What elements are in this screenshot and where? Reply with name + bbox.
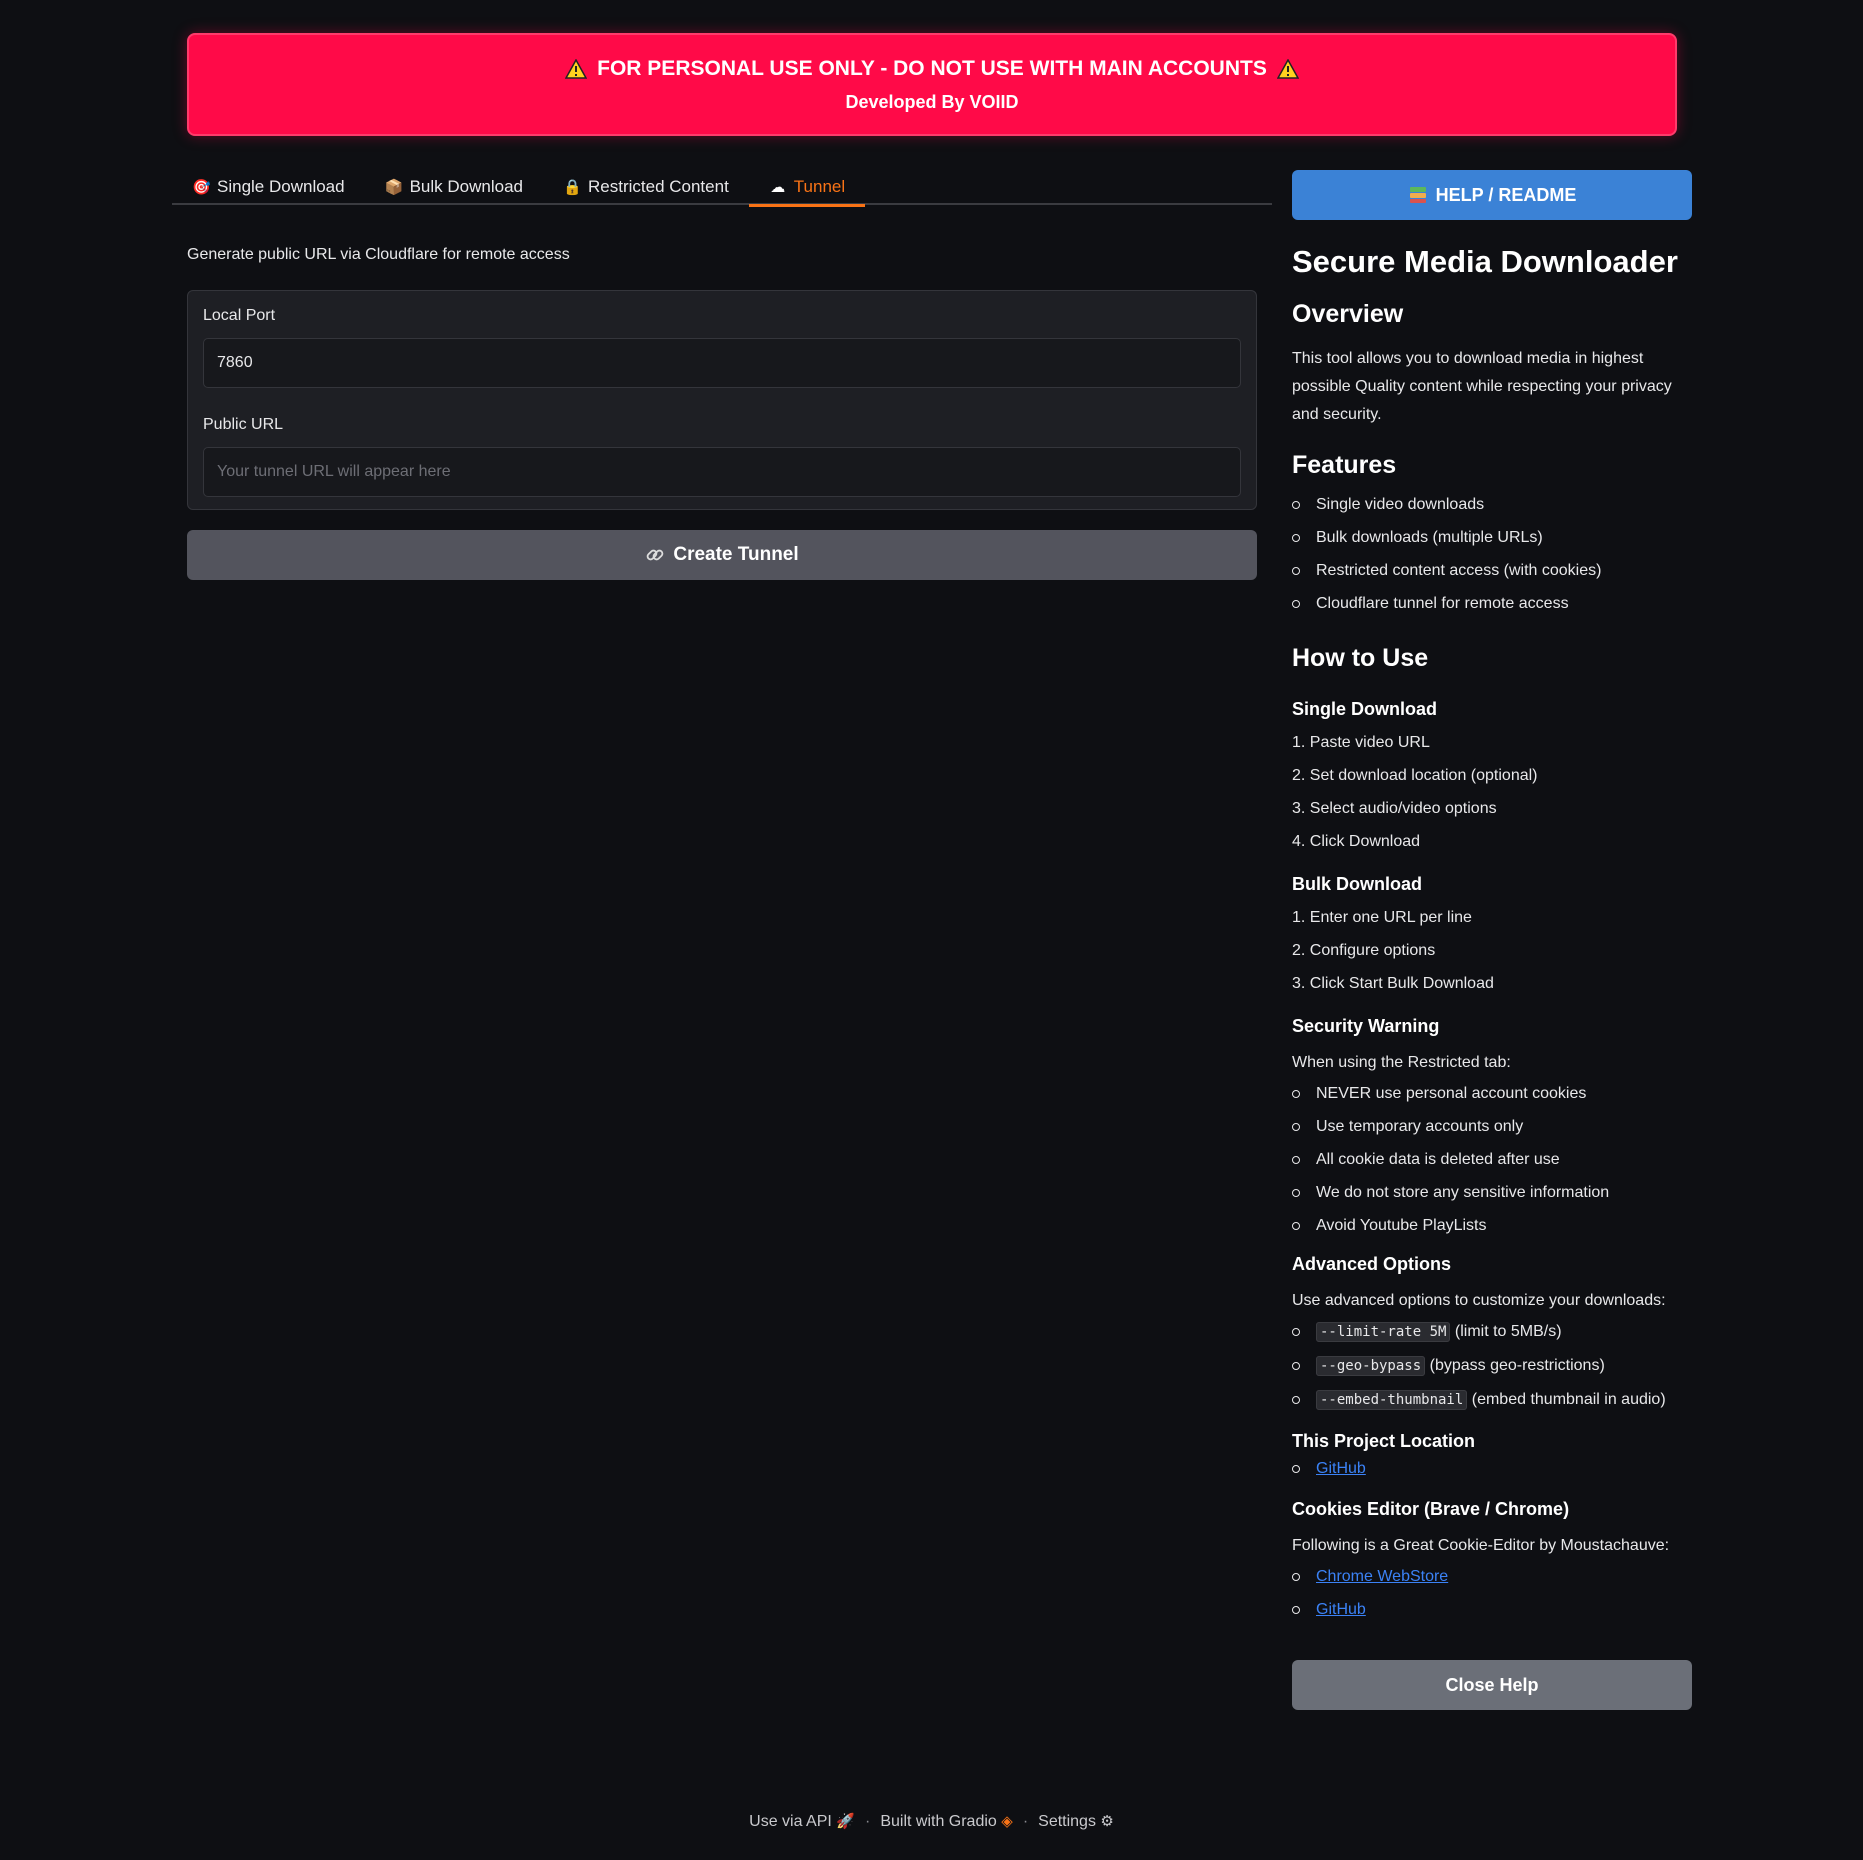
list-item: GitHub	[1292, 1593, 1692, 1626]
footer-built-label: Built with Gradio	[880, 1813, 997, 1830]
link-icon	[647, 549, 664, 561]
tab-label: Bulk Download	[409, 176, 523, 196]
list-item: --limit-rate 5M (limit to 5MB/s)	[1292, 1315, 1692, 1349]
warning-icon	[565, 58, 588, 79]
tab-bar: 🎯 Single Download 📦 Bulk Download 🔒 Rest…	[172, 168, 1272, 207]
package-icon: 📦	[384, 178, 404, 196]
settings-link[interactable]: Settings ⚙	[1038, 1812, 1114, 1831]
tab-label: Tunnel	[793, 176, 846, 196]
gear-icon: ⚙	[1100, 1813, 1114, 1830]
use-via-api-link[interactable]: Use via API 🚀	[749, 1812, 855, 1831]
built-with-gradio-link[interactable]: Built with Gradio ◈	[880, 1812, 1013, 1831]
separator: ·	[864, 1812, 871, 1830]
tab-label: Single Download	[217, 176, 345, 196]
option-description: (bypass geo-restrictions)	[1429, 1357, 1605, 1374]
list-item: 3. Select audio/video options	[1292, 800, 1497, 817]
overview-heading: Overview	[1292, 300, 1404, 328]
list-item: 2. Configure options	[1292, 942, 1436, 959]
public-url-input[interactable]	[203, 447, 1241, 497]
advanced-list: --limit-rate 5M (limit to 5MB/s) --geo-b…	[1292, 1315, 1692, 1417]
help-title: Secure Media Downloader	[1292, 244, 1678, 279]
project-location-heading: This Project Location	[1292, 1431, 1476, 1451]
banner-title-row: FOR PERSONAL USE ONLY - DO NOT USE WITH …	[565, 57, 1299, 81]
local-port-label: Local Port	[203, 307, 276, 324]
github-link[interactable]: GitHub	[1316, 1601, 1366, 1618]
books-icon	[1409, 187, 1426, 203]
gradio-logo-icon: ◈	[1001, 1813, 1013, 1830]
warning-banner: FOR PERSONAL USE ONLY - DO NOT USE WITH …	[187, 33, 1677, 136]
security-list: NEVER use personal account cookies Use t…	[1292, 1077, 1692, 1242]
security-warning-heading: Security Warning	[1292, 1016, 1440, 1036]
help-readme-button[interactable]: HELP / README	[1292, 170, 1692, 220]
list-item: 1. Paste video URL	[1292, 734, 1430, 751]
list-item: NEVER use personal account cookies	[1292, 1077, 1692, 1110]
list-item: Cloudflare tunnel for remote access	[1292, 587, 1692, 620]
tab-label: Restricted Content	[588, 176, 729, 196]
list-item: 4. Click Download	[1292, 833, 1421, 850]
cloud-icon: ☁	[770, 178, 786, 196]
list-item: Bulk downloads (multiple URLs)	[1292, 521, 1692, 554]
cookies-links: Chrome WebStore GitHub	[1292, 1560, 1692, 1626]
code-snippet: --geo-bypass	[1316, 1356, 1426, 1376]
bulk-steps-list: 1. Enter one URL per line 2. Configure o…	[1292, 901, 1692, 1000]
advanced-options-heading: Advanced Options	[1292, 1254, 1452, 1274]
tab-tunnel[interactable]: ☁ Tunnel	[748, 168, 866, 207]
local-port-input[interactable]	[203, 338, 1241, 388]
howto-heading: How to Use	[1292, 644, 1429, 672]
help-panel: HELP / README Secure Media Downloader Ov…	[1292, 170, 1692, 1710]
list-item: GitHub	[1292, 1452, 1692, 1485]
lock-icon: 🔒	[563, 178, 582, 196]
list-item: --embed-thumbnail (embed thumbnail in au…	[1292, 1383, 1692, 1417]
footer-settings-label: Settings	[1038, 1813, 1096, 1830]
github-link[interactable]: GitHub	[1316, 1460, 1366, 1477]
tab-single-download[interactable]: 🎯 Single Download	[172, 168, 365, 205]
list-item: 1. Enter one URL per line	[1292, 909, 1472, 926]
option-description: (limit to 5MB/s)	[1454, 1323, 1562, 1340]
help-button-label: HELP / README	[1435, 184, 1577, 205]
project-links: GitHub	[1292, 1452, 1692, 1485]
create-tunnel-label: Create Tunnel	[673, 544, 799, 565]
list-item: All cookie data is deleted after use	[1292, 1143, 1692, 1176]
list-item: Use temporary accounts only	[1292, 1110, 1692, 1143]
code-snippet: --limit-rate 5M	[1316, 1322, 1451, 1342]
single-download-heading: Single Download	[1292, 699, 1438, 719]
list-item: 3. Click Start Bulk Download	[1292, 975, 1494, 992]
security-intro: When using the Restricted tab:	[1292, 1054, 1511, 1071]
chrome-webstore-link[interactable]: Chrome WebStore	[1316, 1568, 1448, 1585]
warning-icon	[1276, 58, 1299, 79]
banner-title: FOR PERSONAL USE ONLY - DO NOT USE WITH …	[597, 56, 1267, 80]
close-help-button[interactable]: Close Help	[1292, 1660, 1692, 1710]
target-icon: 🎯	[192, 178, 211, 196]
list-item: Chrome WebStore	[1292, 1560, 1692, 1593]
features-list: Single video downloads Bulk downloads (m…	[1292, 488, 1692, 620]
cookies-intro: Following is a Great Cookie-Editor by Mo…	[1292, 1537, 1670, 1554]
list-item: We do not store any sensitive informatio…	[1292, 1176, 1692, 1209]
public-url-label: Public URL	[203, 416, 284, 433]
list-item: Single video downloads	[1292, 488, 1692, 521]
footer-api-label: Use via API	[749, 1813, 832, 1830]
footer: Use via API 🚀 · Built with Gradio ◈ · Se…	[0, 1812, 1863, 1831]
list-item: Restricted content access (with cookies)	[1292, 554, 1692, 587]
single-steps-list: 1. Paste video URL 2. Set download locat…	[1292, 726, 1692, 858]
rocket-icon: 🚀	[836, 1813, 855, 1830]
advanced-intro: Use advanced options to customize your d…	[1292, 1292, 1666, 1309]
create-tunnel-button[interactable]: Create Tunnel	[187, 530, 1257, 580]
code-snippet: --embed-thumbnail	[1316, 1390, 1468, 1410]
tunnel-description: Generate public URL via Cloudflare for r…	[187, 246, 570, 263]
overview-text: This tool allows you to download media i…	[1292, 350, 1672, 423]
bulk-download-heading: Bulk Download	[1292, 874, 1422, 894]
tab-bulk-download[interactable]: 📦 Bulk Download	[365, 168, 543, 205]
features-heading: Features	[1292, 451, 1397, 479]
tab-restricted-content[interactable]: 🔒 Restricted Content	[543, 168, 749, 205]
option-description: (embed thumbnail in audio)	[1471, 1391, 1666, 1408]
banner-subtitle: Developed By VOIID	[845, 91, 1019, 112]
cookies-editor-heading: Cookies Editor (Brave / Chrome)	[1292, 1499, 1570, 1519]
separator: ·	[1022, 1812, 1029, 1830]
list-item: 2. Set download location (optional)	[1292, 767, 1538, 784]
tunnel-form: Local Port Public URL	[187, 290, 1257, 510]
list-item: --geo-bypass (bypass geo-restrictions)	[1292, 1349, 1692, 1383]
list-item: Avoid Youtube PlayLists	[1292, 1209, 1692, 1242]
